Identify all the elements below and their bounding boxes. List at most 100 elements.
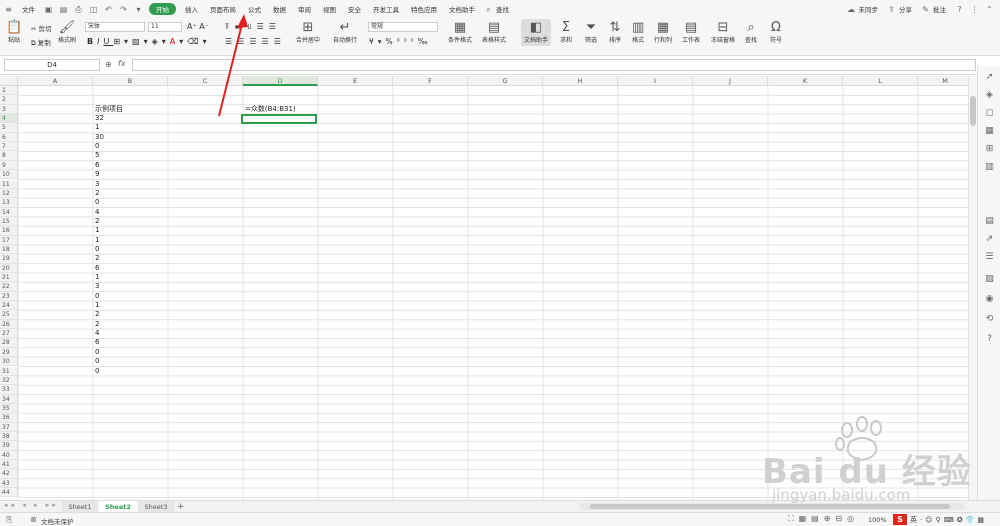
redo-icon[interactable]: ↷: [119, 5, 128, 14]
row-header[interactable]: 20: [0, 263, 18, 273]
cloud-icon[interactable]: ☁: [847, 5, 856, 14]
row-header[interactable]: 7: [0, 142, 18, 152]
column-header-g[interactable]: G: [468, 76, 543, 86]
font-grow-icon[interactable]: A⁺ A⁻: [187, 22, 209, 31]
export-icon[interactable]: ▤: [59, 5, 68, 14]
share-button[interactable]: 分享: [899, 4, 918, 14]
fx-icon[interactable]: fx: [118, 59, 126, 68]
row-header[interactable]: 9: [0, 160, 18, 171]
cell-b3-header[interactable]: 示例项目: [94, 105, 123, 114]
row-header[interactable]: 22: [0, 282, 18, 292]
column-header-h[interactable]: H: [543, 76, 618, 86]
row-header[interactable]: 27: [0, 329, 18, 339]
row-header[interactable]: 37: [0, 422, 18, 432]
paste-button[interactable]: 📋 粘贴: [6, 21, 22, 45]
cell-b-value[interactable]: 1: [94, 273, 99, 282]
column-header-f[interactable]: F: [393, 76, 468, 86]
row-header[interactable]: 14: [0, 207, 18, 217]
grid-icon[interactable]: ⊞: [984, 144, 995, 155]
help-panel-icon[interactable]: ?: [984, 334, 995, 345]
doc-helper-button[interactable]: ◧ 文档助手: [521, 19, 552, 46]
protect-status[interactable]: 文档未保护: [41, 516, 74, 526]
row-header[interactable]: 26: [0, 319, 18, 330]
vertical-scroll-thumb[interactable]: [970, 96, 976, 126]
row-col-button[interactable]: ▦ 行和列: [654, 21, 672, 45]
table-style-button[interactable]: ▤ 表格样式: [482, 21, 506, 45]
cell-b-value[interactable]: 0: [94, 357, 99, 366]
cell-b-value[interactable]: 3: [94, 282, 99, 291]
format-button[interactable]: ▥ 格式: [632, 21, 644, 45]
row-header[interactable]: 28: [0, 338, 18, 348]
zoom-level[interactable]: 100%: [868, 516, 887, 524]
row-header[interactable]: 29: [0, 347, 18, 358]
row-header[interactable]: 8: [0, 151, 18, 161]
cell-b-value[interactable]: 9: [94, 170, 99, 179]
row-header[interactable]: 2: [0, 95, 18, 105]
print-icon[interactable]: ⎙: [74, 5, 83, 14]
row-header[interactable]: 33: [0, 385, 18, 395]
font-style-buttons[interactable]: BIU⊞▾▨▾◈▾A▾⌫▾: [87, 37, 211, 46]
row-header[interactable]: 13: [0, 198, 18, 208]
cell-b-value[interactable]: 4: [94, 329, 99, 338]
row-header[interactable]: 11: [0, 179, 18, 189]
merge-center-button[interactable]: ⊞ 合并居中: [296, 21, 320, 45]
style-icon[interactable]: ◈: [984, 90, 995, 101]
row-header[interactable]: 42: [0, 469, 18, 479]
row-header[interactable]: 35: [0, 403, 18, 414]
wrap-text-button[interactable]: ↵ 自动换行: [333, 21, 357, 45]
tab-page-layout[interactable]: 页面布局: [204, 4, 242, 14]
cell-b-value[interactable]: 2: [94, 254, 99, 263]
cell-b-value[interactable]: 2: [94, 320, 99, 329]
cell-b-value[interactable]: 2: [94, 189, 99, 198]
row-header[interactable]: 34: [0, 394, 18, 404]
cell-b-value[interactable]: 2: [94, 310, 99, 319]
menu-icon[interactable]: ≡: [4, 5, 13, 14]
row-header[interactable]: 36: [0, 413, 18, 423]
cell-b-value[interactable]: 0: [94, 367, 99, 376]
sheet-nav-icons[interactable]: ◂◂ ◂ ▸ ▸▸: [4, 501, 59, 509]
more-icon[interactable]: ⋮: [970, 5, 979, 14]
name-box[interactable]: D4: [4, 59, 100, 71]
format-painter-button[interactable]: 🖌 格式刷: [58, 21, 76, 45]
row-header[interactable]: 25: [0, 310, 18, 320]
column-header-k[interactable]: K: [768, 76, 843, 86]
row-header[interactable]: 30: [0, 357, 18, 367]
tab-insert[interactable]: 插入: [179, 4, 204, 14]
comment-icon[interactable]: ✎: [921, 5, 930, 14]
tab-data[interactable]: 数据: [267, 4, 292, 14]
search-icon[interactable]: ⌕: [484, 5, 493, 14]
image-icon[interactable]: ▨: [984, 274, 995, 285]
cell-b-value[interactable]: 0: [94, 198, 99, 207]
cursor-icon[interactable]: ➚: [984, 72, 995, 83]
row-header[interactable]: 15: [0, 216, 18, 227]
row-header[interactable]: 17: [0, 235, 18, 245]
row-header[interactable]: 21: [0, 273, 18, 283]
symbol-button[interactable]: Ω 符号: [770, 21, 782, 45]
tab-view[interactable]: 视图: [317, 4, 342, 14]
cut-button[interactable]: ✂ 剪切: [31, 23, 52, 33]
row-header[interactable]: 24: [0, 301, 18, 311]
export-panel-icon[interactable]: ⇗: [984, 234, 995, 245]
list-icon[interactable]: ☰: [984, 252, 995, 263]
row-header[interactable]: 31: [0, 366, 18, 376]
file-menu[interactable]: 文件: [16, 4, 41, 14]
freeze-panes-button[interactable]: ⊟ 冻结窗格: [711, 21, 735, 45]
cell-b-value[interactable]: 1: [94, 301, 99, 310]
comment-button[interactable]: 批注: [933, 4, 952, 14]
copy-button[interactable]: ⧉ 复制: [31, 37, 51, 48]
cell-b-value[interactable]: 5: [94, 151, 99, 160]
column-header-l[interactable]: L: [843, 76, 918, 86]
tab-formulas[interactable]: 公式: [242, 4, 267, 14]
column-header-b[interactable]: B: [93, 76, 168, 86]
history-icon[interactable]: ⟲: [984, 314, 995, 325]
sum-button[interactable]: Σ 求和: [560, 21, 572, 45]
preview-icon[interactable]: ◫: [89, 5, 98, 14]
row-header[interactable]: 6: [0, 132, 18, 143]
ime-toolbar-icons[interactable]: 英·☺⚲⌨✪👕▦: [910, 515, 987, 525]
find-button[interactable]: ⌕ 查找: [745, 21, 757, 45]
tab-home[interactable]: 开始: [149, 3, 176, 15]
document-icon[interactable]: ▤: [984, 216, 995, 227]
row-header[interactable]: 41: [0, 460, 18, 470]
view-mode-icons[interactable]: ⛶▦▤⊕⊟◎: [788, 514, 859, 524]
zoom-icon[interactable]: ⊕: [105, 60, 112, 69]
